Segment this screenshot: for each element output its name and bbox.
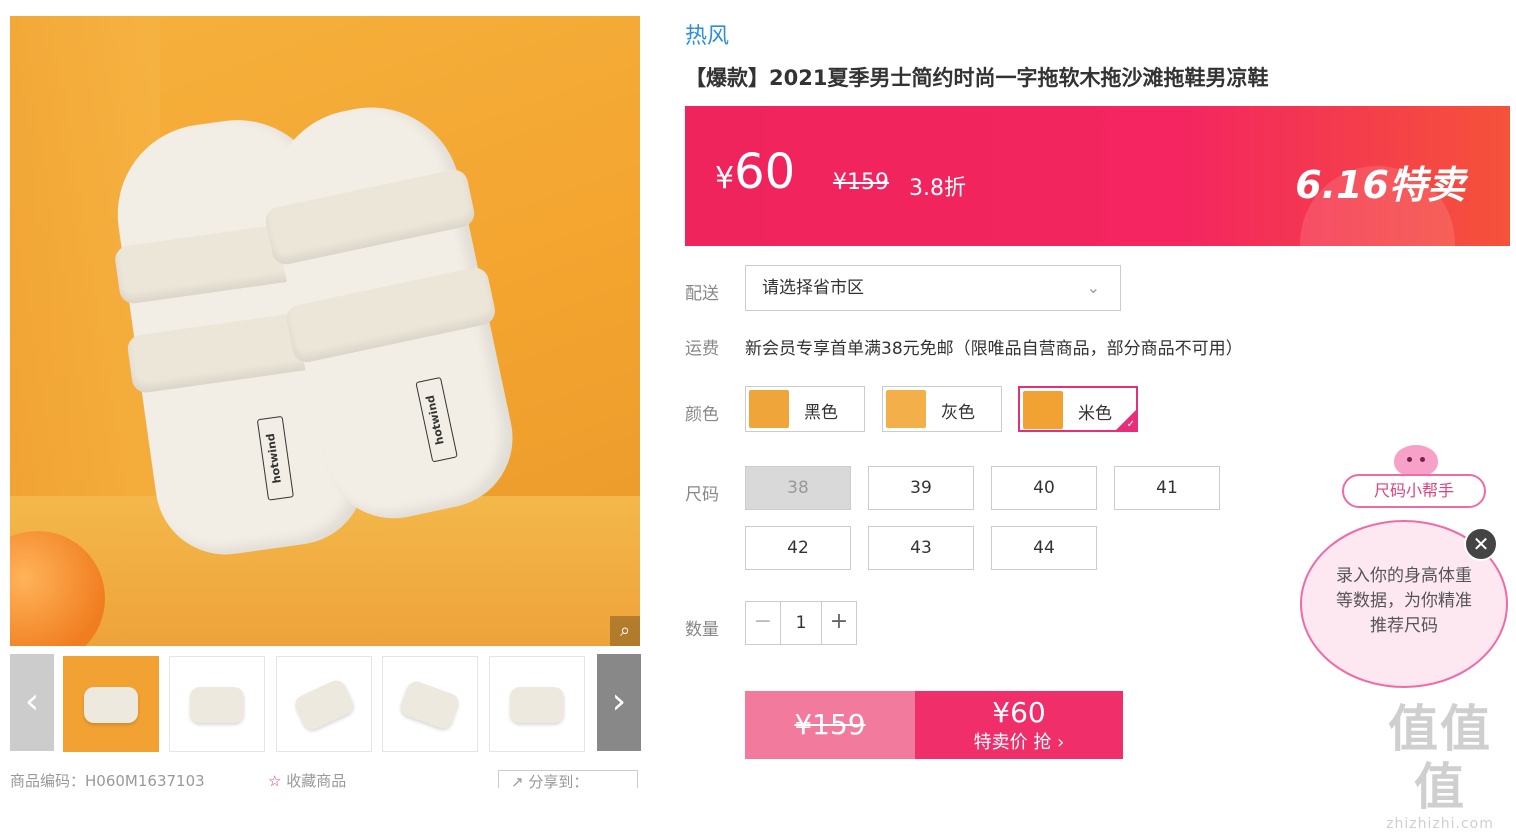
buy-action-label: 特卖价 抢 ›	[973, 732, 1065, 753]
size-option[interactable]: 41	[1114, 466, 1220, 510]
color-name: 米色	[1078, 404, 1112, 424]
watermark-logo: 值值值	[1388, 700, 1492, 816]
thumbnail[interactable]	[63, 656, 159, 752]
region-select-value: 请选择省市区	[762, 278, 864, 298]
size-option[interactable]: 40	[991, 466, 1097, 510]
quantity-stepper: − 1 +	[745, 601, 857, 645]
discount-rate: 3.8折	[909, 176, 966, 201]
favorite-label: 收藏商品	[286, 772, 347, 790]
thumbnail[interactable]	[489, 656, 585, 752]
price-banner: ¥60 ¥159 3.8折 6.16特卖	[685, 106, 1510, 246]
watermark-url: zhizhizhi.com	[1386, 816, 1494, 832]
shipping-info: 新会员专享首单满38元免邮（限唯品自营商品，部分商品不可用）	[745, 339, 1243, 359]
quantity-decrease-button[interactable]: −	[746, 602, 781, 644]
chevron-left-icon[interactable]: ‹	[10, 654, 54, 751]
buy-now-button[interactable]: ¥60 特卖价 抢 ›	[915, 691, 1123, 759]
thumbnail-sandal	[291, 677, 357, 733]
brand-link[interactable]: 热风	[685, 18, 729, 50]
size-option[interactable]: 39	[868, 466, 974, 510]
thumbnail[interactable]	[276, 656, 372, 752]
thumbnail-sandal	[190, 687, 244, 723]
buy-price: ¥60	[992, 696, 1046, 729]
size-helper-button[interactable]: 尺码小帮手	[1342, 474, 1486, 508]
color-label: 颜色	[685, 405, 719, 425]
sandal-tag: hotwind	[415, 376, 458, 463]
size-option[interactable]: 38	[745, 466, 851, 510]
mascot-icon	[1394, 445, 1438, 477]
chevron-down-icon: ⌄	[1086, 278, 1100, 297]
color-swatch	[1023, 391, 1063, 429]
sandal-strap	[263, 167, 477, 267]
color-swatch	[749, 390, 789, 428]
buy-original-price: ¥159	[794, 708, 866, 741]
mascot-eye	[1420, 457, 1425, 462]
thumbnail-sandal	[398, 678, 462, 732]
chevron-right-icon[interactable]: ›	[597, 654, 641, 751]
sandal-strap	[284, 265, 498, 365]
product-code: 商品编码：H060M1637103	[10, 772, 205, 790]
share-label: 分享到：	[528, 773, 589, 791]
region-select[interactable]: 请选择省市区 ⌄	[745, 265, 1121, 311]
original-price: ¥159	[833, 170, 889, 195]
thumbnail-sandal	[510, 687, 564, 723]
share-button[interactable]: ↗ 分享到：	[498, 770, 638, 791]
color-name: 灰色	[941, 403, 975, 423]
close-icon[interactable]: ✕	[1464, 527, 1498, 561]
size-option[interactable]: 42	[745, 526, 851, 570]
check-icon: ✓	[1126, 419, 1135, 430]
size-helper-text: 录入你的身高体重等数据，为你精准推荐尺码	[1336, 566, 1472, 636]
shipping-label: 运费	[685, 339, 719, 359]
event-label: 6.16特卖	[1295, 163, 1465, 207]
current-price: ¥60	[715, 144, 795, 200]
delivery-label: 配送	[685, 284, 719, 304]
quantity-input[interactable]: 1	[780, 602, 822, 644]
magnifier-icon[interactable]: ⌕	[610, 616, 640, 646]
quantity-label: 数量	[685, 620, 719, 640]
original-price-tag: ¥159	[745, 691, 915, 759]
favorite-link[interactable]: ☆ 收藏商品	[268, 770, 347, 790]
share-icon: ↗	[511, 773, 524, 791]
color-option-black[interactable]: 黑色	[745, 386, 865, 432]
size-label: 尺码	[685, 485, 719, 505]
thumbnail[interactable]	[169, 656, 265, 752]
currency-symbol: ¥	[715, 161, 735, 196]
size-option[interactable]: 44	[991, 526, 1097, 570]
product-main-image[interactable]: hotwind hotwind ⌕	[10, 16, 640, 646]
star-icon: ☆	[268, 772, 282, 790]
thumbnail[interactable]	[382, 656, 478, 752]
thumbnail-sandal	[84, 687, 138, 723]
size-option[interactable]: 43	[868, 526, 974, 570]
color-name: 黑色	[804, 403, 838, 423]
color-option-beige[interactable]: 米色 ✓	[1018, 386, 1138, 432]
sandal-tag: hotwind	[256, 415, 294, 501]
product-title: 【爆款】2021夏季男士简约时尚一字拖软木拖沙滩拖鞋男凉鞋	[685, 66, 1269, 90]
current-price-value: 60	[734, 144, 796, 200]
color-option-gray[interactable]: 灰色	[882, 386, 1002, 432]
watermark: 值值值 zhizhizhi.com	[1364, 700, 1516, 832]
mascot-eye	[1407, 457, 1412, 462]
quantity-increase-button[interactable]: +	[821, 602, 856, 644]
color-swatch	[886, 390, 926, 428]
